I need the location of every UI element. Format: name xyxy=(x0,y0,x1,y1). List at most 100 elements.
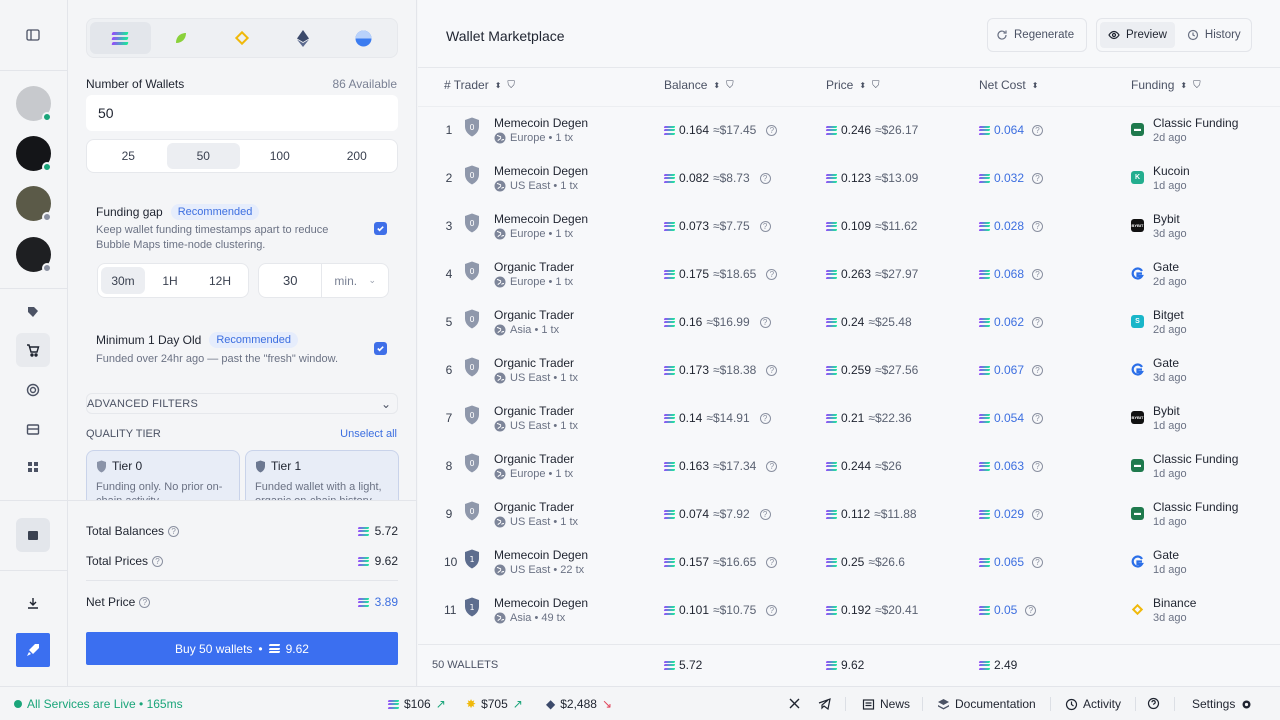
gap-unit-option[interactable]: 30m xyxy=(101,267,145,294)
col-net-cost[interactable]: Net Cost ⬍ xyxy=(979,78,1038,92)
info-icon[interactable]: ? xyxy=(1025,604,1037,616)
archive-icon[interactable] xyxy=(16,518,50,552)
tier-0-card[interactable]: Tier 0 Funding only. No prior on-chain a… xyxy=(86,450,240,500)
col-trader[interactable]: # Trader ⬍ ⛉ xyxy=(444,78,515,92)
count-option[interactable]: 100 xyxy=(240,143,319,169)
rocket-icon[interactable] xyxy=(16,633,50,667)
trader-name: Memecoin Degen xyxy=(494,164,589,178)
col-funding[interactable]: Funding ⬍ ⛉ xyxy=(1131,78,1201,92)
sidebar-toggle-icon[interactable] xyxy=(16,18,50,52)
history-tab[interactable]: History xyxy=(1181,29,1247,41)
solana-chain-icon[interactable] xyxy=(90,22,151,54)
info-icon[interactable]: ? xyxy=(766,124,778,136)
info-icon[interactable]: ? xyxy=(1032,556,1044,568)
gap-value-input[interactable]: 30 xyxy=(259,264,323,297)
table-row[interactable]: 1 0 Memecoin Degen Europe • 1 tx 0.164 ≈$17.4… xyxy=(418,106,1280,154)
info-icon[interactable]: ? xyxy=(1032,172,1044,184)
info-icon[interactable]: ? xyxy=(759,508,771,520)
info-icon[interactable]: ? xyxy=(759,412,771,424)
avatar[interactable] xyxy=(16,186,52,222)
documentation-link[interactable]: Documentation xyxy=(937,697,1036,711)
box-icon[interactable] xyxy=(16,412,50,446)
grid-icon[interactable] xyxy=(16,450,50,484)
info-icon[interactable]: ? xyxy=(766,460,778,472)
target-icon[interactable] xyxy=(16,373,50,407)
news-link[interactable]: News xyxy=(862,697,910,711)
sol-icon xyxy=(978,269,991,279)
count-option[interactable]: 25 xyxy=(90,143,167,169)
svg-text:0: 0 xyxy=(469,411,474,420)
info-icon[interactable]: ? xyxy=(766,556,778,568)
funding-age: 3d ago xyxy=(1153,612,1187,624)
x-icon[interactable] xyxy=(788,697,801,710)
wallet-count-input[interactable]: 50 xyxy=(86,95,398,131)
buy-wallets-button[interactable]: Buy 50 wallets • 9.62 xyxy=(86,632,398,665)
settings-link[interactable]: Settings xyxy=(1192,697,1253,711)
info-icon[interactable]: ? xyxy=(766,268,778,280)
table-row[interactable]: 4 0 Organic Trader Europe • 1 tx 0.175 ≈$18.6… xyxy=(418,250,1280,298)
funding-gap-checkbox[interactable] xyxy=(374,222,387,235)
info-icon[interactable]: ? xyxy=(1032,460,1044,472)
tier-1-card[interactable]: Tier 1 Funded wallet with a light, organ… xyxy=(245,450,399,500)
sol-icon xyxy=(825,173,838,183)
avatar[interactable] xyxy=(16,136,52,172)
support-icon[interactable] xyxy=(1147,697,1160,710)
gap-unit-option[interactable]: 1H xyxy=(145,267,195,294)
info-icon[interactable]: ? xyxy=(766,604,778,616)
info-icon[interactable]: ? xyxy=(1032,124,1044,136)
info-icon[interactable]: ? xyxy=(1032,316,1044,328)
download-icon[interactable] xyxy=(16,586,50,620)
sort-icon: ⬍ xyxy=(859,80,867,90)
cart-icon[interactable] xyxy=(16,333,50,367)
sol-icon xyxy=(978,557,991,567)
info-icon[interactable]: ? xyxy=(759,220,771,232)
count-option[interactable]: 50 xyxy=(166,143,241,169)
trader-location: Europe • 1 tx xyxy=(510,228,574,240)
unselect-all-link[interactable]: Unselect all xyxy=(340,428,397,440)
min-age-desc: Funded over 24hr ago — past the "fresh" … xyxy=(96,353,339,365)
base-chain-icon[interactable] xyxy=(333,22,394,54)
table-row[interactable]: 2 0 Memecoin Degen US East • 1 tx 0.082 ≈$8.7… xyxy=(418,154,1280,202)
table-row[interactable]: 3 0 Memecoin Degen Europe • 1 tx 0.073 ≈$7.75… xyxy=(418,202,1280,250)
tier-shield-icon: 0 xyxy=(465,261,479,281)
telegram-icon[interactable] xyxy=(818,697,831,710)
sol-icon xyxy=(978,173,991,183)
gap-unit-option[interactable]: 12H xyxy=(195,267,245,294)
col-price[interactable]: Price ⬍ ⛉ xyxy=(826,78,880,92)
table-row[interactable]: 10 1 Memecoin Degen US East • 22 tx 0.157 ≈$1… xyxy=(418,538,1280,586)
info-icon[interactable]: ? xyxy=(1032,508,1044,520)
tier-shield-icon: 0 xyxy=(465,501,479,521)
gap-unit-select[interactable]: min. ⌄ xyxy=(322,264,388,297)
info-icon[interactable]: ? xyxy=(759,316,771,328)
advanced-filters-toggle[interactable]: ADVANCED FILTERS ⌄ xyxy=(86,393,398,414)
info-icon[interactable]: ? xyxy=(766,364,778,376)
table-row[interactable]: 8 0 Organic Trader Europe • 1 tx 0.163 ≈$17.3… xyxy=(418,442,1280,490)
quality-tier-label: QUALITY TIER xyxy=(86,428,161,440)
globe-icon xyxy=(494,132,506,144)
avatar[interactable] xyxy=(16,86,52,122)
clock-icon xyxy=(1187,29,1199,41)
activity-link[interactable]: Activity xyxy=(1065,697,1121,711)
table-row[interactable]: 9 0 Organic Trader US East • 1 tx 0.074 ≈$7.9… xyxy=(418,490,1280,538)
tag-icon[interactable] xyxy=(16,295,50,329)
table-row[interactable]: 5 0 Organic Trader Asia • 1 tx 0.16 ≈$16.99? 0… xyxy=(418,298,1280,346)
footer-net: 2.49 xyxy=(978,658,1017,672)
leaf-chain-icon[interactable] xyxy=(151,22,212,54)
preview-tab[interactable]: Preview xyxy=(1100,22,1175,48)
regenerate-button[interactable]: Regenerate xyxy=(987,18,1087,52)
table-row[interactable]: 7 0 Organic Trader US East • 1 tx 0.14 ≈$14.9… xyxy=(418,394,1280,442)
col-balance[interactable]: Balance ⬍ ⛉ xyxy=(664,78,734,92)
price-cell: 0.246 ≈$26.17 xyxy=(825,123,918,137)
info-icon[interactable]: ? xyxy=(1032,268,1044,280)
info-icon[interactable]: ? xyxy=(1032,364,1044,376)
avatar[interactable] xyxy=(16,237,52,273)
info-icon[interactable]: ? xyxy=(1032,220,1044,232)
info-icon[interactable]: ? xyxy=(1032,412,1044,424)
count-option[interactable]: 200 xyxy=(320,143,395,169)
min-age-checkbox[interactable] xyxy=(374,342,387,355)
ethereum-chain-icon[interactable] xyxy=(272,22,333,54)
table-row[interactable]: 11 1 Memecoin Degen Asia • 49 tx 0.101 ≈$10.7… xyxy=(418,586,1280,634)
table-row[interactable]: 6 0 Organic Trader US East • 1 tx 0.173 ≈$18.… xyxy=(418,346,1280,394)
bnb-chain-icon[interactable] xyxy=(212,22,273,54)
info-icon[interactable]: ? xyxy=(759,172,771,184)
